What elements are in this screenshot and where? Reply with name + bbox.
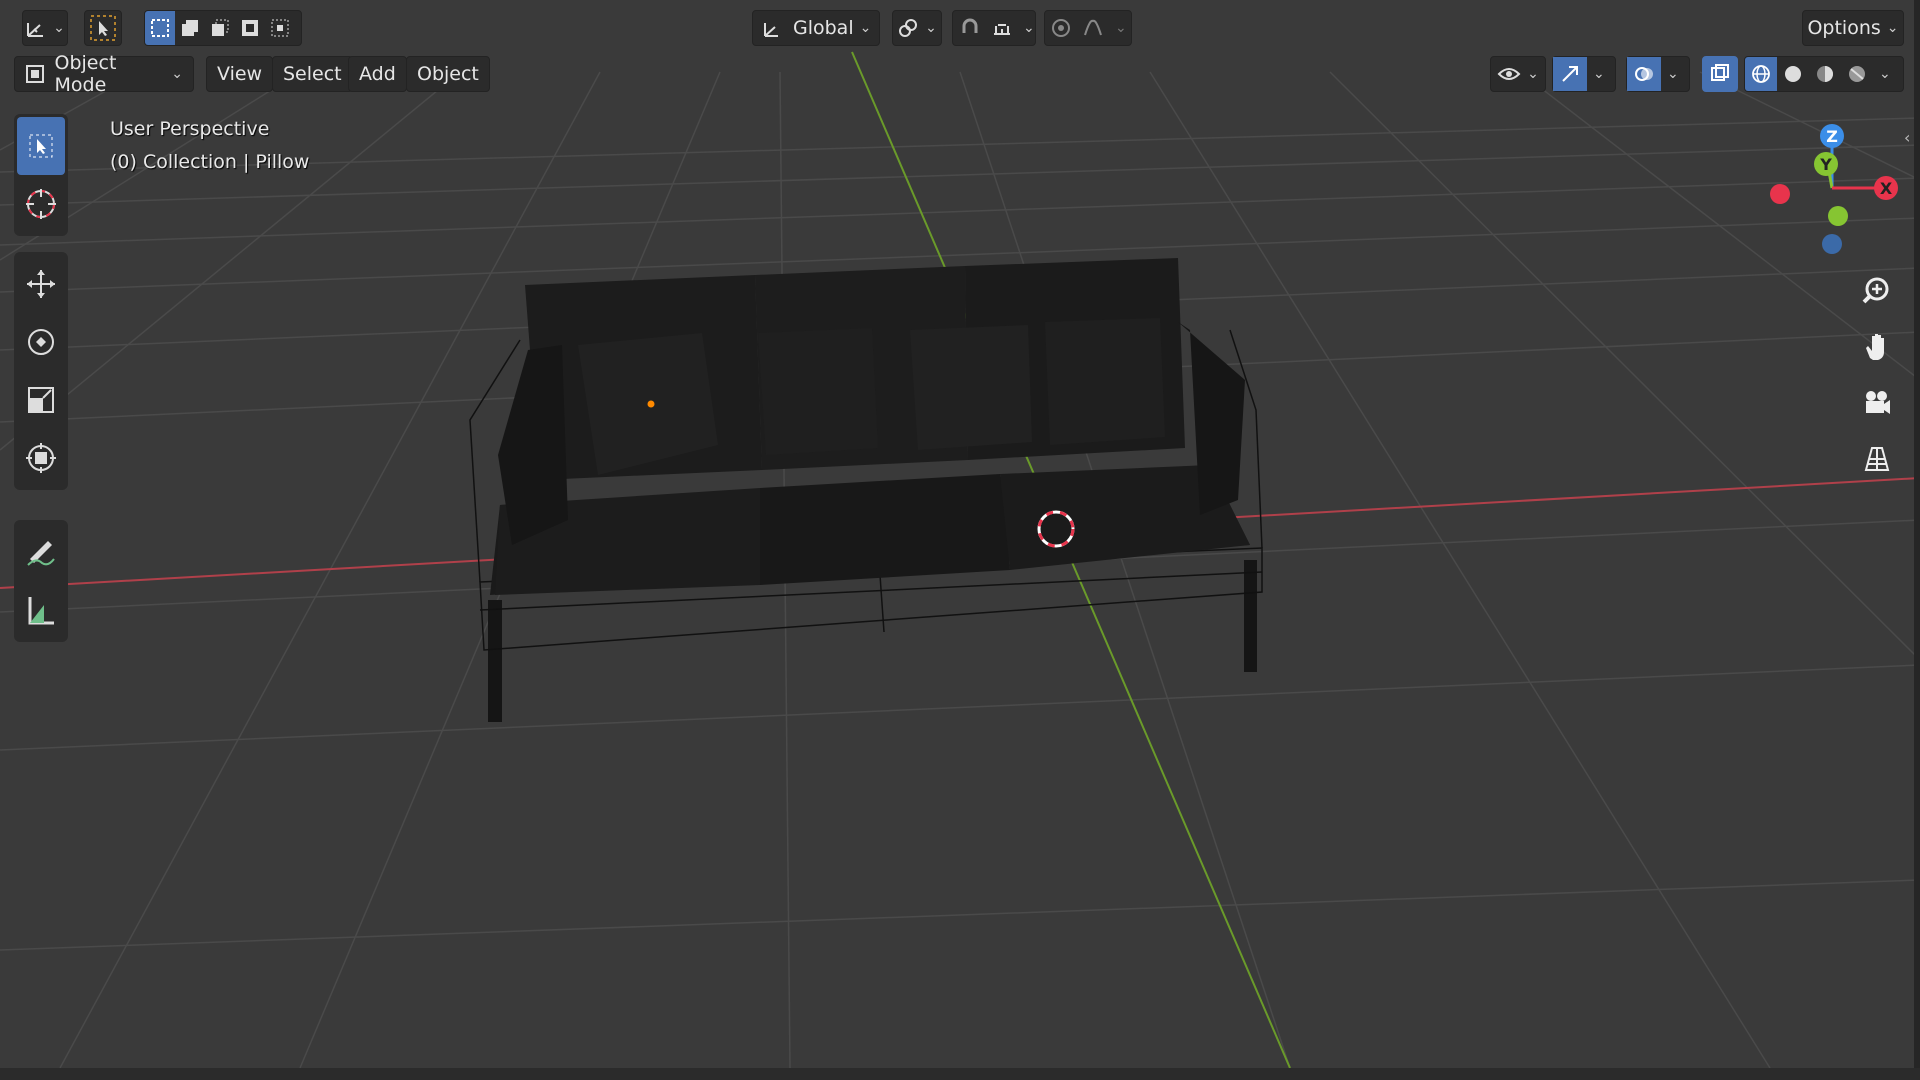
menu-select-label: Select xyxy=(283,63,342,85)
origin-dot xyxy=(647,400,655,408)
scale-icon[interactable] xyxy=(17,371,65,429)
object-mode-icon xyxy=(26,65,44,83)
chevron-down-icon: ⌄ xyxy=(1023,20,1035,36)
neg-z-gizmo-icon xyxy=(1822,234,1842,254)
select-intersect-icon[interactable] xyxy=(265,11,295,45)
x-axis-label: X xyxy=(1880,179,1893,198)
sidebar-toggle-icon[interactable]: ‹ xyxy=(1904,128,1910,147)
select-invert-icon[interactable] xyxy=(235,11,265,45)
tweak-select-button[interactable] xyxy=(84,10,122,46)
menu-view-label: View xyxy=(217,63,263,85)
z-axis-label: Z xyxy=(1826,127,1838,146)
chevron-down-icon: ⌄ xyxy=(1879,66,1891,82)
wireframe-shading-icon[interactable] xyxy=(1745,57,1777,91)
transform-orientation-dropdown[interactable]: Global ⌄ xyxy=(752,10,880,46)
chevron-down-icon: ⌄ xyxy=(925,20,937,36)
pivot-point-dropdown[interactable]: ⌄ xyxy=(892,10,942,46)
neg-y-gizmo-icon xyxy=(1828,206,1848,226)
select-box-icon[interactable] xyxy=(17,117,65,175)
view-name: User Perspective xyxy=(110,118,270,140)
navigation-gizmo[interactable]: Z Y X xyxy=(1760,118,1910,258)
tool-shelf-select xyxy=(14,114,68,236)
move-icon[interactable] xyxy=(17,255,65,313)
options-label: Options xyxy=(1807,17,1881,39)
shading-mode-group: ⌄ xyxy=(1744,56,1904,92)
header-toolbar: ⌄ Global ⌄ ⌄ ⌄ ⌄ Options ⌄ xyxy=(0,10,1920,50)
snapping-group: ⌄ xyxy=(952,10,1036,46)
tool-shelf-annotate xyxy=(14,520,68,642)
falloff-curve-icon[interactable] xyxy=(1077,11,1109,45)
transform-icon[interactable] xyxy=(17,429,65,487)
object-mode-dropdown[interactable]: Object Mode ⌄ xyxy=(14,52,194,96)
proportional-editing-group: ⌄ xyxy=(1044,10,1132,46)
chevron-down-icon: ⌄ xyxy=(171,66,183,82)
menu-select[interactable]: Select xyxy=(272,56,353,92)
axes-editor-icon xyxy=(27,23,44,37)
chevron-down-icon: ⌄ xyxy=(1115,20,1127,36)
selection-mode-group xyxy=(144,10,302,46)
menu-add-label: Add xyxy=(359,63,396,85)
options-dropdown[interactable]: Options ⌄ xyxy=(1802,10,1904,46)
menu-object-label: Object xyxy=(417,63,479,85)
solid-shading-icon[interactable] xyxy=(1777,57,1809,91)
xray-icon xyxy=(1711,64,1729,81)
right-area-divider[interactable] xyxy=(1914,0,1920,1068)
visibility-dropdown[interactable]: ⌄ xyxy=(1490,56,1546,92)
object-mode-label: Object Mode xyxy=(54,52,117,96)
cursor-icon[interactable] xyxy=(17,175,65,233)
material-shading-icon[interactable] xyxy=(1809,57,1841,91)
select-arrow-icon xyxy=(90,15,116,41)
tool-shelf-transform xyxy=(14,252,68,490)
menu-object[interactable]: Object xyxy=(406,56,490,92)
overlay-circles-icon[interactable] xyxy=(1627,57,1661,91)
snap-increment-icon[interactable] xyxy=(987,11,1017,45)
proportional-edit-icon[interactable] xyxy=(1045,11,1077,45)
select-new-icon[interactable] xyxy=(145,11,175,45)
rendered-shading-icon[interactable] xyxy=(1841,57,1873,91)
overlay-toggle-group: ⌄ xyxy=(1626,56,1690,92)
neg-x-gizmo-icon xyxy=(1770,184,1790,204)
pan-hand-icon[interactable] xyxy=(1852,322,1902,372)
grid-view-icon[interactable] xyxy=(1852,434,1902,484)
editor-type-button[interactable]: ⌄ xyxy=(22,10,68,46)
chevron-down-icon: ⌄ xyxy=(53,20,65,36)
bottom-area-divider[interactable] xyxy=(0,1068,1920,1080)
gizmo-arrow-icon[interactable] xyxy=(1553,57,1587,91)
measure-icon[interactable] xyxy=(17,581,65,639)
annotate-icon[interactable] xyxy=(17,523,65,581)
eye-icon xyxy=(1497,68,1521,80)
select-extend-icon[interactable] xyxy=(175,11,205,45)
y-axis-label: Y xyxy=(1819,155,1832,174)
pivot-point-icon xyxy=(899,19,918,37)
snap-toggle-icon[interactable] xyxy=(953,11,987,45)
chevron-down-icon: ⌄ xyxy=(1667,66,1679,82)
zoom-icon[interactable] xyxy=(1852,266,1902,316)
camera-icon[interactable] xyxy=(1852,378,1902,428)
gizmo-toggle-group: ⌄ xyxy=(1552,56,1616,92)
chevron-down-icon: ⌄ xyxy=(859,20,872,36)
xray-toggle-button[interactable] xyxy=(1702,56,1738,92)
chevron-down-icon: ⌄ xyxy=(1527,66,1539,82)
chevron-down-icon: ⌄ xyxy=(1886,20,1899,36)
transform-orientation-label: Global xyxy=(793,17,854,39)
menu-view[interactable]: View xyxy=(206,56,274,92)
rotate-icon[interactable] xyxy=(17,313,65,371)
collection-info: (0) Collection | Pillow xyxy=(110,151,310,173)
menu-add[interactable]: Add xyxy=(348,56,407,92)
orientation-axes-icon xyxy=(764,23,778,37)
chevron-down-icon: ⌄ xyxy=(1593,66,1605,82)
select-subtract-icon[interactable] xyxy=(205,11,235,45)
